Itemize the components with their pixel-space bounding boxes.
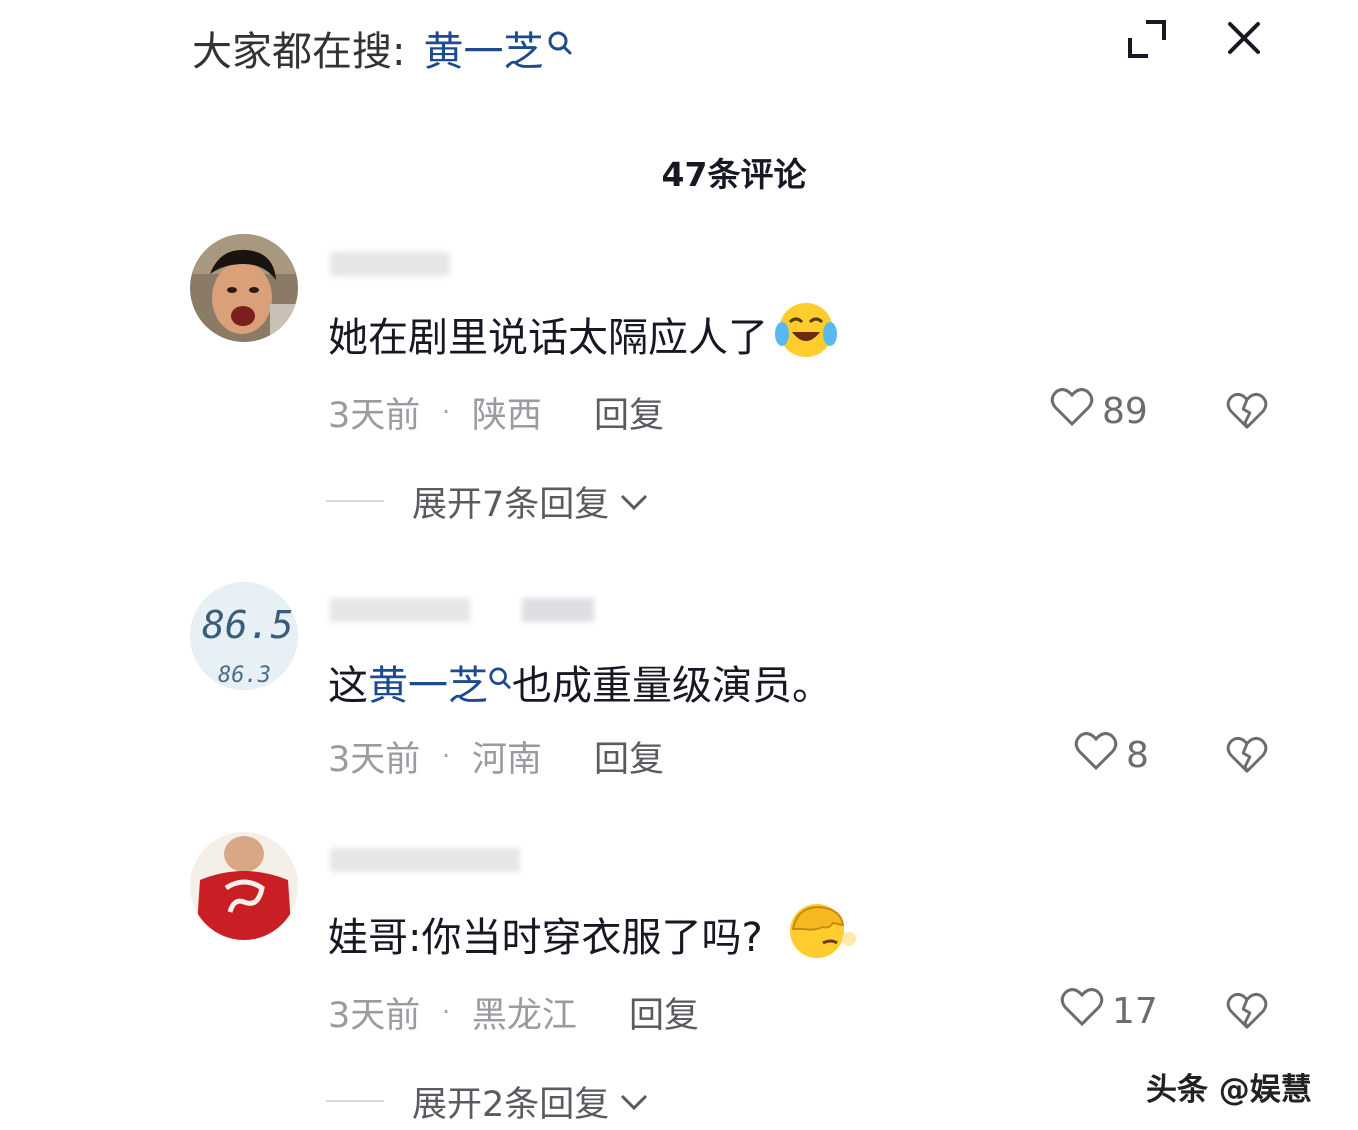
comment-region: 陕西 bbox=[471, 395, 542, 436]
like-button[interactable]: 89 bbox=[1050, 387, 1148, 436]
reply-button[interactable]: 回复 bbox=[594, 387, 664, 438]
search-suggestion-label: 大家都在搜: bbox=[192, 29, 406, 75]
expand-replies[interactable]: 展开7条回复 bbox=[326, 478, 649, 525]
comment-body-suffix: 也成重量级演员。 bbox=[512, 663, 832, 709]
search-suggestion-term[interactable]: 黄一芝 bbox=[423, 19, 543, 77]
comment-time: 3天前 bbox=[328, 995, 421, 1036]
broken-heart-icon[interactable] bbox=[1226, 990, 1268, 1032]
search-suggestion[interactable]: 大家都在搜: 黄一芝 bbox=[192, 20, 573, 76]
search-icon bbox=[488, 658, 512, 704]
like-count: 89 bbox=[1102, 390, 1148, 432]
search-link-term[interactable]: 黄一芝 bbox=[368, 653, 488, 711]
avatar[interactable] bbox=[190, 832, 298, 940]
like-button[interactable]: 17 bbox=[1060, 987, 1158, 1036]
comment-time: 3天前 bbox=[328, 395, 421, 436]
username-blurred[interactable] bbox=[330, 840, 520, 880]
meta-separator: · bbox=[442, 742, 450, 770]
meta-separator: · bbox=[442, 398, 450, 426]
expand-replies[interactable]: 展开2条回复 bbox=[326, 1078, 649, 1125]
heart-icon bbox=[1074, 731, 1126, 780]
broken-heart-icon[interactable] bbox=[1226, 734, 1268, 776]
comment-text: 这 黄一芝 也成重量级演员。 bbox=[328, 654, 832, 710]
heart-icon bbox=[1060, 987, 1112, 1036]
username-blurred[interactable] bbox=[330, 244, 450, 284]
comment-text: 娃哥:你当时穿衣服了吗? bbox=[328, 904, 859, 964]
search-icon bbox=[547, 24, 573, 55]
comment-region: 黑龙江 bbox=[471, 995, 577, 1036]
like-button[interactable]: 8 bbox=[1074, 731, 1149, 780]
close-icon[interactable] bbox=[1224, 18, 1264, 58]
avatar[interactable]: 86.5 86.3 bbox=[190, 582, 298, 690]
like-count: 8 bbox=[1126, 734, 1149, 776]
comment-text: 她在剧里说话太隔应人了 bbox=[328, 303, 838, 362]
comment-body: 她在剧里说话太隔应人了 bbox=[328, 315, 768, 361]
comment-body: 娃哥:你当时穿衣服了吗? bbox=[328, 915, 763, 961]
username-blurred[interactable] bbox=[330, 590, 594, 630]
comment-body-prefix: 这 bbox=[328, 663, 368, 709]
fullscreen-icon[interactable] bbox=[1126, 18, 1168, 60]
facepalm-emoji bbox=[783, 899, 859, 969]
avatar[interactable] bbox=[190, 234, 298, 342]
comment-meta: 3天前 · 陕西 回复 bbox=[328, 390, 664, 436]
reply-button[interactable]: 回复 bbox=[629, 987, 699, 1038]
avatar-digits-main: 86.5 bbox=[202, 603, 294, 647]
expand-replies-label: 展开7条回复 bbox=[412, 484, 610, 525]
comment-count: 47条评论 bbox=[661, 155, 807, 194]
like-count: 17 bbox=[1112, 990, 1158, 1032]
watermark: 头条 @娱慧 bbox=[1146, 1072, 1312, 1108]
heart-icon bbox=[1050, 387, 1102, 436]
meta-separator: · bbox=[442, 998, 450, 1026]
divider-line bbox=[326, 1100, 384, 1102]
reply-button[interactable]: 回复 bbox=[594, 731, 664, 782]
avatar-digits-sub: 86.3 bbox=[218, 663, 271, 688]
chevron-down-icon bbox=[619, 1081, 649, 1121]
comment-time: 3天前 bbox=[328, 739, 421, 780]
chevron-down-icon bbox=[619, 481, 649, 521]
comment-meta: 3天前 · 河南 回复 bbox=[328, 734, 664, 780]
expand-replies-label: 展开2条回复 bbox=[412, 1084, 610, 1125]
divider-line bbox=[326, 500, 384, 502]
broken-heart-icon[interactable] bbox=[1226, 390, 1268, 432]
comment-meta: 3天前 · 黑龙江 回复 bbox=[328, 990, 699, 1036]
comment-region: 河南 bbox=[471, 739, 542, 780]
laugh-cry-emoji bbox=[774, 300, 838, 368]
